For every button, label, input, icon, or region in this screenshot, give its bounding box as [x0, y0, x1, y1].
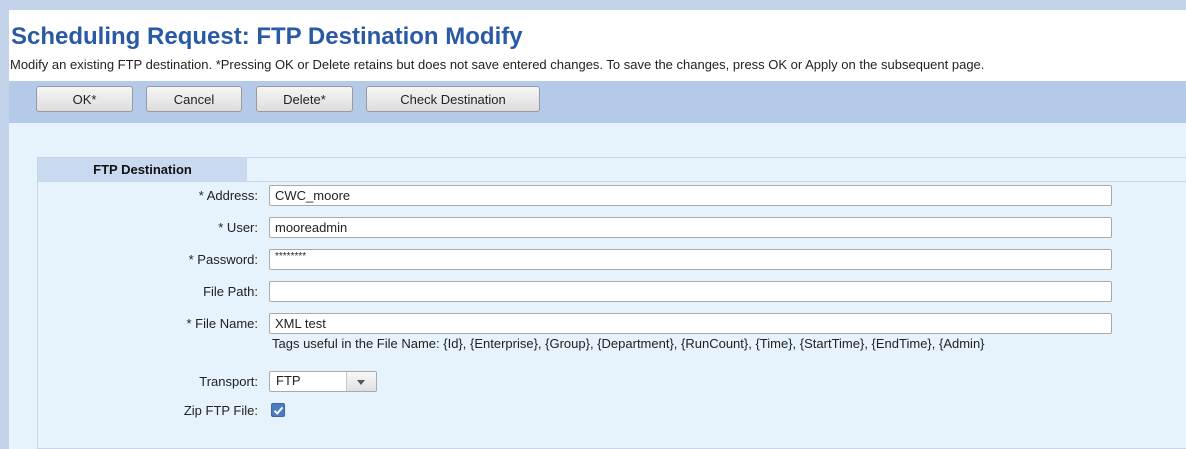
password-label: * Password:	[188, 252, 258, 267]
panel-divider	[38, 181, 1186, 182]
zip-label: Zip FTP File:	[183, 403, 258, 418]
user-label: * User:	[218, 220, 258, 235]
user-field[interactable]	[269, 217, 1112, 238]
chevron-down-icon	[357, 380, 365, 385]
file-path-field[interactable]	[269, 281, 1112, 302]
check-destination-button[interactable]: Check Destination	[366, 86, 540, 112]
page-description: Modify an existing FTP destination. *Pre…	[10, 57, 985, 72]
transport-label: Transport:	[199, 374, 258, 389]
transport-selected-value: FTP	[276, 373, 301, 388]
window-left-border	[0, 0, 9, 449]
address-label: * Address:	[198, 188, 258, 203]
panel-tab-ftp-destination: FTP Destination	[38, 158, 247, 182]
file-name-label: * File Name:	[186, 316, 258, 331]
page-title: Scheduling Request: FTP Destination Modi…	[11, 23, 523, 50]
transport-select[interactable]: FTP	[269, 371, 377, 392]
checkmark-icon	[273, 406, 284, 415]
file-path-label: File Path:	[203, 284, 258, 299]
file-name-tags-hint: Tags useful in the File Name: {Id}, {Ent…	[272, 336, 985, 351]
address-field[interactable]	[269, 185, 1112, 206]
file-name-field[interactable]	[269, 313, 1112, 334]
button-toolbar: OK* Cancel Delete* Check Destination	[9, 81, 1186, 123]
transport-dropdown-button[interactable]	[346, 372, 376, 391]
zip-ftp-file-checkbox[interactable]	[271, 403, 285, 417]
ok-button[interactable]: OK*	[36, 86, 133, 112]
window-top-border	[0, 0, 1186, 10]
cancel-button[interactable]: Cancel	[146, 86, 242, 112]
password-field[interactable]: ********	[269, 249, 1112, 270]
delete-button[interactable]: Delete*	[256, 86, 353, 112]
